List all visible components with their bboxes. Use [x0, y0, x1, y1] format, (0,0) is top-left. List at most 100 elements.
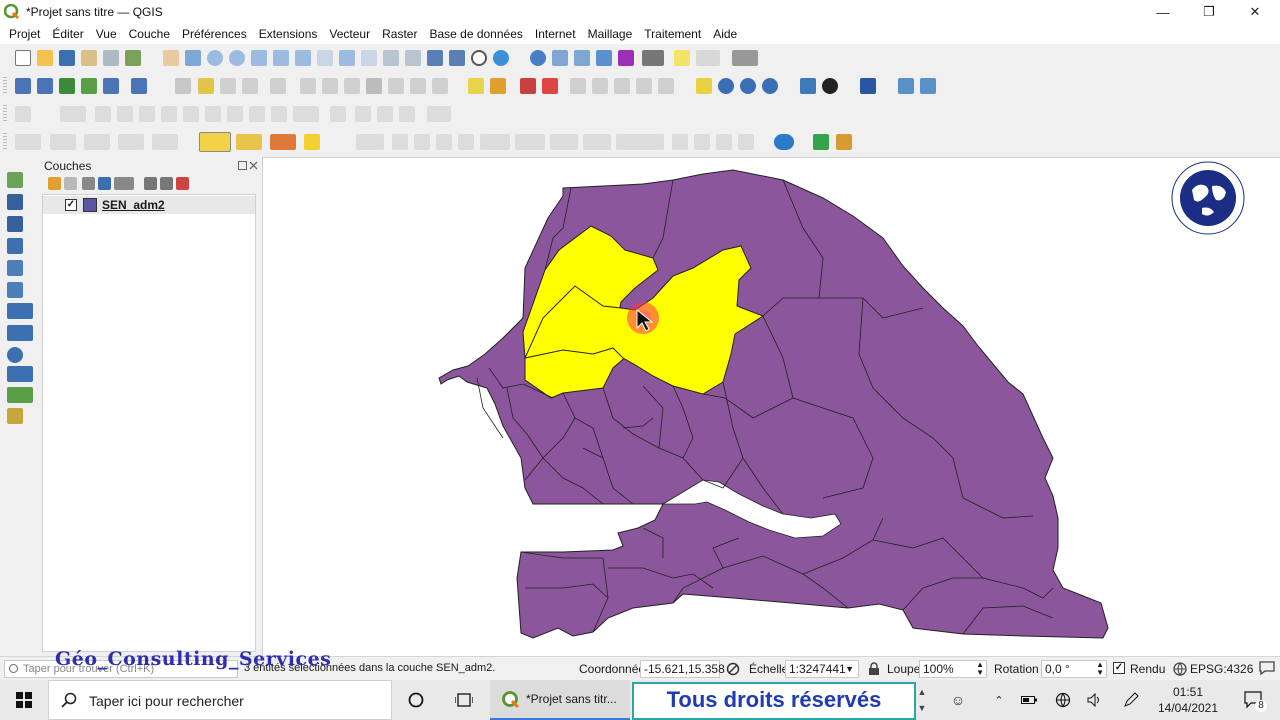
- locator-plugin-icon[interactable]: [774, 134, 794, 150]
- menu-raster[interactable]: Raster: [376, 27, 423, 41]
- data-source-manager-icon[interactable]: [15, 78, 31, 94]
- georeferencer-icon[interactable]: [696, 78, 712, 94]
- cortana-button[interactable]: [396, 680, 436, 720]
- add-wms-icon[interactable]: [7, 303, 33, 319]
- volume-icon[interactable]: [1080, 680, 1110, 720]
- quickmapservices-icon[interactable]: [822, 78, 838, 94]
- new-3d-view-icon[interactable]: [405, 50, 421, 66]
- add-spatialite-icon[interactable]: [7, 238, 23, 254]
- add-xyz-icon[interactable]: [7, 366, 33, 382]
- layer-diagram-icon[interactable]: [490, 78, 506, 94]
- start-button[interactable]: [0, 680, 48, 720]
- refresh-icon[interactable]: [493, 50, 509, 66]
- zoom-in-icon[interactable]: [207, 50, 223, 66]
- layer-symbol-swatch[interactable]: [83, 198, 97, 212]
- close-button[interactable]: ✕: [1232, 0, 1278, 24]
- menu-couche[interactable]: Couche: [123, 27, 176, 41]
- show-bookmarks-icon[interactable]: [449, 50, 465, 66]
- save-project-icon[interactable]: [59, 50, 75, 66]
- statistics-icon[interactable]: [618, 50, 634, 66]
- globe-crs-icon[interactable]: [1173, 662, 1187, 676]
- add-point-cloud-icon[interactable]: [7, 408, 23, 424]
- zoom-layer-icon[interactable]: [295, 50, 311, 66]
- pan-icon[interactable]: [163, 50, 179, 66]
- menu-traitement[interactable]: Traitement: [638, 27, 707, 41]
- copy-features-icon[interactable]: [366, 78, 382, 94]
- scale-combobox[interactable]: 1:3247441 ▼: [785, 660, 859, 678]
- plugin-tool-icon[interactable]: [898, 78, 914, 94]
- style-manager-icon[interactable]: [125, 50, 141, 66]
- map-tips-icon[interactable]: [674, 50, 690, 66]
- toolbar-grip[interactable]: [3, 77, 7, 95]
- zoom-selection-icon[interactable]: [273, 50, 289, 66]
- pin-labels-icon[interactable]: [520, 78, 536, 94]
- annotation-icon[interactable]: [732, 50, 758, 66]
- add-group-icon[interactable]: [64, 177, 77, 190]
- zoom-native-icon[interactable]: [317, 50, 333, 66]
- show-hide-labels-icon[interactable]: [542, 78, 558, 94]
- zoom-full-icon[interactable]: [251, 50, 267, 66]
- minimize-button[interactable]: —: [1140, 0, 1186, 24]
- layout-manager-icon[interactable]: [103, 50, 119, 66]
- close-panel-icon[interactable]: [249, 161, 258, 170]
- add-wcs-icon[interactable]: [7, 347, 23, 363]
- network-globe-icon[interactable]: [1048, 680, 1078, 720]
- taskbar-search-box[interactable]: Taper ici pour rechercher: [48, 680, 392, 720]
- open-project-icon[interactable]: [37, 50, 53, 66]
- decorations-icon[interactable]: [696, 50, 720, 66]
- map-canvas[interactable]: [262, 157, 1280, 656]
- globe-icon[interactable]: [718, 78, 734, 94]
- new-shapefile-icon[interactable]: [103, 78, 119, 94]
- battery-icon[interactable]: [1016, 680, 1042, 720]
- field-calculator-icon[interactable]: [574, 50, 590, 66]
- filter-expression-icon[interactable]: [114, 177, 134, 190]
- float-panel-icon[interactable]: [238, 161, 247, 170]
- manage-themes-icon[interactable]: [82, 177, 95, 190]
- menu-internet[interactable]: Internet: [529, 27, 582, 41]
- banner-scroll-arrows-icon[interactable]: ▲ ▼: [916, 684, 928, 718]
- menu-maillage[interactable]: Maillage: [582, 27, 639, 41]
- add-layer-icon[interactable]: [37, 78, 53, 94]
- style-panel-icon[interactable]: [48, 177, 61, 190]
- pan-to-selection-icon[interactable]: [185, 50, 201, 66]
- maximize-button[interactable]: ❐: [1186, 0, 1232, 24]
- plugin-tool-2-icon[interactable]: [920, 78, 936, 94]
- filter-legend-icon[interactable]: [98, 177, 111, 190]
- magnifier-spinbox[interactable]: 100% ▲ ▼: [919, 660, 987, 678]
- render-checkbox[interactable]: ✓: [1113, 662, 1125, 674]
- menu-vue[interactable]: Vue: [90, 27, 123, 41]
- people-button[interactable]: ☺: [940, 680, 976, 720]
- add-wfs-icon[interactable]: [7, 325, 33, 341]
- add-virtual-layer-icon[interactable]: [7, 282, 23, 298]
- new-map-view-icon[interactable]: [383, 50, 399, 66]
- virtual-layer-icon[interactable]: [131, 78, 147, 94]
- add-vector-layer-icon[interactable]: [59, 78, 75, 94]
- menu-extensions[interactable]: Extensions: [253, 27, 324, 41]
- quick-search-icon[interactable]: [813, 134, 829, 150]
- menu-preferences[interactable]: Préférences: [176, 27, 253, 41]
- new-project-icon[interactable]: [15, 50, 31, 66]
- messages-icon[interactable]: [1259, 661, 1275, 675]
- add-raster-icon[interactable]: [7, 194, 23, 210]
- attribute-table-icon[interactable]: [552, 50, 568, 66]
- show-hidden-icons-button[interactable]: ⌃: [986, 680, 1012, 720]
- pen-icon[interactable]: [1116, 680, 1146, 720]
- identify-icon[interactable]: [530, 50, 546, 66]
- menu-vecteur[interactable]: Vecteur: [323, 27, 376, 41]
- zoom-out-icon[interactable]: [229, 50, 245, 66]
- crs-button[interactable]: EPSG:4326: [1190, 662, 1253, 676]
- toggle-editing-icon[interactable]: [198, 78, 214, 94]
- select-by-value-icon[interactable]: [236, 134, 262, 150]
- layer-row-sen-adm2[interactable]: ✓ SEN_adm2: [43, 196, 255, 214]
- measure-icon[interactable]: [642, 50, 664, 66]
- toolbar-grip[interactable]: [3, 105, 7, 123]
- add-vector-tile-icon[interactable]: [7, 387, 33, 403]
- rotation-spinbox[interactable]: 0,0 ° ▲ ▼: [1041, 660, 1107, 678]
- python-console-icon[interactable]: [800, 78, 816, 94]
- taskbar-clock[interactable]: 01:51 14/04/2021: [1150, 684, 1226, 716]
- bookmark-icon[interactable]: [427, 50, 443, 66]
- add-postgis-icon[interactable]: [7, 260, 23, 276]
- menu-base-de-donnees[interactable]: Base de données: [423, 27, 528, 41]
- processing-toolbox-icon[interactable]: [596, 50, 612, 66]
- coordinate-field[interactable]: -15.621,15.358: [640, 660, 725, 678]
